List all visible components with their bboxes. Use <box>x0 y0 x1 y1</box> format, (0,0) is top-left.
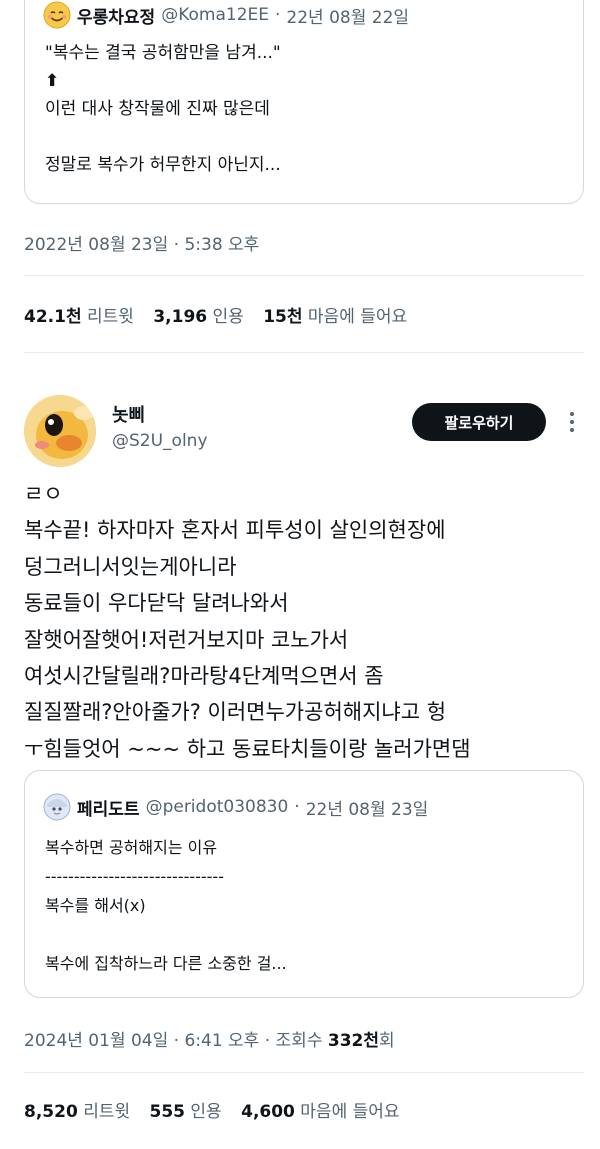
quoted-line <box>45 123 281 151</box>
avatar[interactable] <box>24 395 96 467</box>
author-display-name[interactable]: 놋삐 <box>112 401 145 427</box>
quoted-tweet-text: 복수하면 공허해지는 이유 --------------------------… <box>45 833 287 978</box>
views-count: 332천 <box>327 1031 380 1051</box>
quoted-author-name[interactable]: 페리도트 <box>77 795 140 820</box>
emoji-avatar-icon <box>43 1 71 29</box>
quoted-author-handle[interactable]: @Koma12EE <box>161 5 269 25</box>
quoted-line: "복수는 결국 공허함만을 남겨..." <box>45 43 281 63</box>
engagement-stats: 8,520 리트윗 555 인용 4,600 마음에 들어요 <box>24 1097 400 1122</box>
quoted-line: 복수에 집착하느라 다른 소중한 걸... <box>45 954 287 973</box>
views-unit: 회 <box>379 1031 395 1051</box>
quoted-tweet-card[interactable]: 페리도트 @peridot030830 · 22년 08월 23일 복수하면 공… <box>24 770 584 998</box>
likes-stat[interactable]: 4,600 마음에 들어요 <box>241 1102 399 1122</box>
quoted-line <box>45 920 287 949</box>
quoted-date: 22년 08월 22일 <box>286 7 410 28</box>
tweet-line: ㄹㅇ <box>24 482 63 506</box>
divider <box>24 275 584 276</box>
tweet-timestamp[interactable]: 2022년 08월 23일 · 5:38 오후 <box>24 230 259 255</box>
divider <box>24 352 584 353</box>
quotes-stat[interactable]: 3,196 인용 <box>153 307 243 327</box>
more-options-icon[interactable] <box>560 407 584 437</box>
quotes-stat[interactable]: 555 인용 <box>150 1102 222 1122</box>
tweet-line: 질질짤래?안아줄가? 이러면누가공허해지냐고 헝 <box>24 700 447 725</box>
follow-button[interactable]: 팔로우하기 <box>412 403 546 441</box>
tweet-line: ㅜ힘들엇어 ~~~ 하고 동료타치들이랑 놀러가면댐 <box>24 736 471 761</box>
retweets-stat[interactable]: 42.1천 리트윗 <box>24 307 134 327</box>
quoted-line: 이런 대사 창작물에 진짜 많은데 <box>45 99 270 119</box>
quoted-line: 복수하면 공허해지는 이유 <box>45 838 218 857</box>
engagement-stats: 42.1천 리트윗 3,196 인용 15천 마음에 들어요 <box>24 302 407 327</box>
quoted-author-handle[interactable]: @peridot030830 <box>146 797 289 817</box>
quoted-line: ------------------------------- <box>45 867 224 886</box>
tweet-timestamp[interactable]: 2024년 01월 04일 · 6:41 오후 · 조회수 332천회 <box>24 1026 395 1051</box>
quoted-line: 정말로 복수가 허무한지 아닌지... <box>45 155 281 175</box>
author-handle[interactable]: @S2U_olny <box>112 431 208 451</box>
retweets-stat[interactable]: 8,520 리트윗 <box>24 1102 130 1122</box>
quoted-tweet-text: "복수는 결국 공허함만을 남겨..." ⬆ 이런 대사 창작물에 진짜 많은데… <box>45 39 281 179</box>
timestamp-text: 2024년 01월 04일 · 6:41 오후 · 조회수 <box>24 1031 323 1051</box>
quoted-date: 22년 08월 23일 <box>305 799 429 820</box>
tweet-line: 복수끝! 하자마자 혼자서 피투성이 살인의현장에 <box>24 518 446 543</box>
character-avatar-icon <box>43 793 71 821</box>
divider <box>24 1072 584 1073</box>
tweet-header: 놋삐 @S2U_olny 팔로우하기 <box>24 395 584 467</box>
tweet-line: 여섯시간달릴래?마라탕4단계먹으면서 좀 <box>24 664 384 689</box>
up-arrow-icon: ⬆ <box>45 71 60 91</box>
quoted-author-name[interactable]: 우롱차요정 <box>77 3 155 28</box>
likes-stat[interactable]: 15천 마음에 들어요 <box>263 307 407 327</box>
tweet-line: 잘햇어잘햇어!저런거보지마 코노가서 <box>24 627 349 652</box>
quoted-tweet-card-top[interactable]: 우롱차요정 @Koma12EE · 22년 08월 22일 "복수는 결국 공허… <box>24 0 584 204</box>
tweet-text: ㄹㅇ 복수끝! 하자마자 혼자서 피투성이 살인의현장에 덩그러니서잇는게아니라… <box>24 476 584 767</box>
separator-dot: · <box>294 797 300 817</box>
quoted-line: 복수를 해서(x) <box>45 896 146 915</box>
duck-avatar-icon <box>24 395 96 467</box>
separator-dot: · <box>275 5 281 25</box>
tweet-line: 동료들이 우다닫닥 달려나와서 <box>24 591 289 616</box>
tweet-line: 덩그러니서잇는게아니라 <box>24 554 237 579</box>
